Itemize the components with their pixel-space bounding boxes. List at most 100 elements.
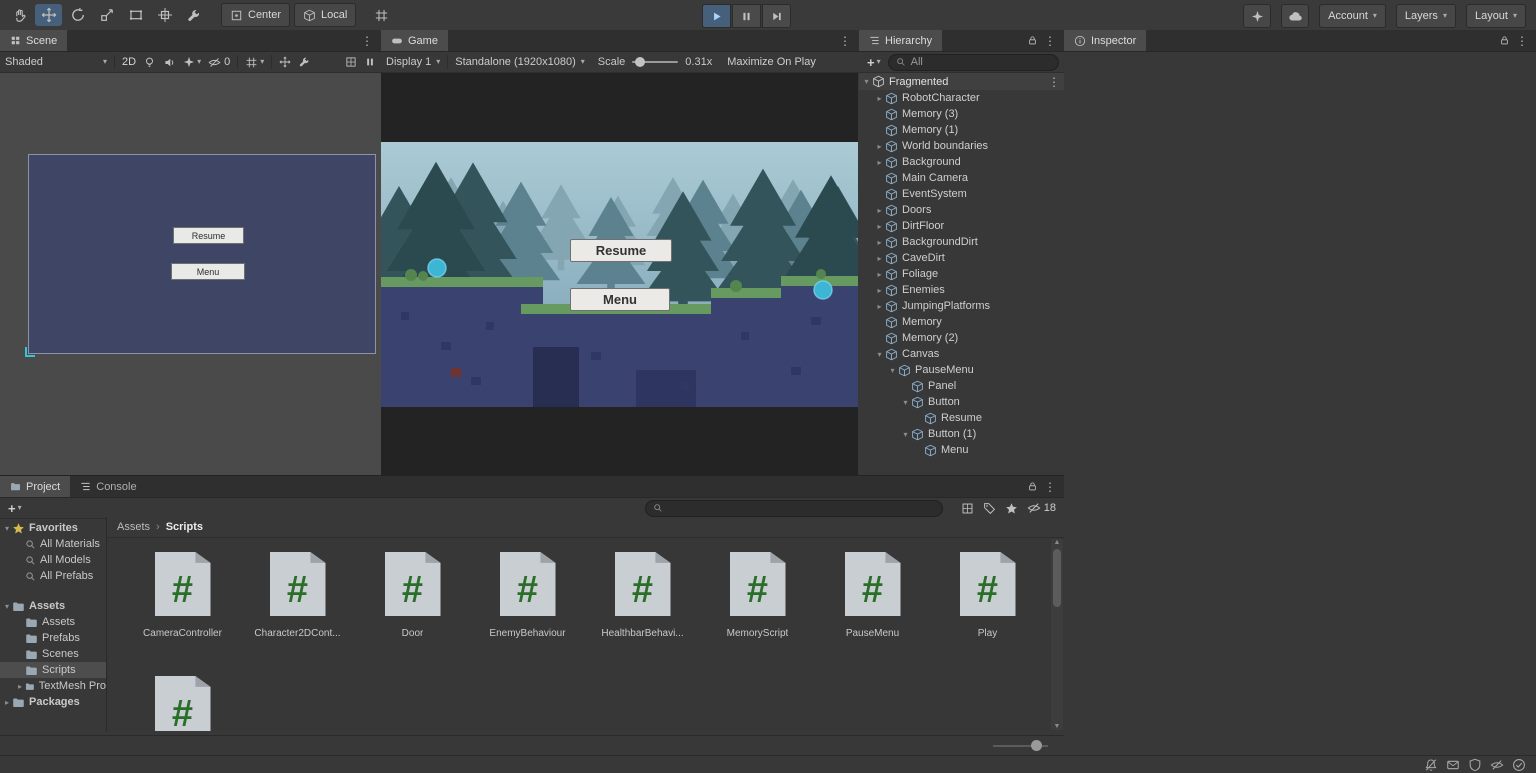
hierarchy-item[interactable]: Memory — [859, 314, 1064, 330]
hierarchy-item[interactable]: ▸ World boundaries — [859, 138, 1064, 154]
game-viewport[interactable]: Resume Menu — [381, 73, 858, 476]
cloud-collab-button[interactable] — [1281, 4, 1309, 28]
expand-arrow[interactable]: ▸ — [874, 302, 885, 311]
lock-icon[interactable] — [1027, 481, 1038, 492]
layout-dropdown[interactable]: Layout ▾ — [1466, 4, 1526, 28]
folder-item[interactable]: Scenes — [0, 646, 106, 662]
breadcrumb-root[interactable]: Assets — [117, 521, 150, 533]
folder-item[interactable]: Scripts — [0, 662, 106, 678]
background-tasks-button[interactable] — [1243, 4, 1271, 28]
scene-overlay-toggle-icon[interactable] — [364, 56, 376, 68]
kebab-menu-icon[interactable]: ⋮ — [835, 34, 855, 48]
status-check-icon[interactable] — [1512, 758, 1526, 772]
scroll-up-arrow[interactable]: ▲ — [1051, 539, 1063, 546]
hierarchy-item[interactable]: ▾ Button (1) — [859, 426, 1064, 442]
project-search-input[interactable] — [645, 500, 943, 517]
expand-arrow[interactable]: ▾ — [900, 430, 911, 439]
scene-viewport[interactable]: Resume Menu — [0, 73, 381, 476]
hierarchy-item[interactable]: ▾ PauseMenu — [859, 362, 1064, 378]
asset-script-item[interactable]: # HealthbarBehavi... — [585, 552, 700, 676]
hierarchy-item[interactable]: ▾ Canvas — [859, 346, 1064, 362]
hierarchy-item[interactable]: ▸ CaveDirt — [859, 250, 1064, 266]
create-asset-button[interactable]: + ▾ — [5, 501, 25, 516]
messages-icon[interactable] — [1446, 758, 1460, 772]
hierarchy-item[interactable]: ▸ RobotCharacter — [859, 90, 1064, 106]
scale-tool-button[interactable] — [93, 4, 120, 26]
folder-item[interactable]: Prefabs — [0, 630, 106, 646]
hierarchy-item[interactable]: ▸ Background — [859, 154, 1064, 170]
packages-root[interactable]: ▸ Packages — [0, 694, 106, 710]
asset-zoom-slider[interactable] — [993, 745, 1048, 747]
hidden-packages-toggle[interactable]: 18 — [1027, 501, 1056, 515]
rotate-tool-button[interactable] — [64, 4, 91, 26]
lock-icon[interactable] — [1499, 35, 1510, 46]
asset-script-item[interactable]: # Door — [355, 552, 470, 676]
pivot-toggle-button[interactable]: Center — [221, 3, 290, 27]
scrollbar-thumb[interactable] — [1053, 549, 1061, 607]
hierarchy-item[interactable]: ▸ Enemies — [859, 282, 1064, 298]
hierarchy-item[interactable]: Resume — [859, 410, 1064, 426]
canvas-corner-handle[interactable] — [25, 347, 35, 357]
scene-lighting-icon[interactable] — [143, 56, 156, 69]
asset-script-item[interactable]: # Play — [930, 552, 1045, 676]
breadcrumb-current[interactable]: Scripts — [166, 521, 203, 533]
expand-arrow[interactable]: ▾ — [874, 350, 885, 359]
scroll-down-arrow[interactable]: ▼ — [1051, 723, 1063, 730]
tab-game[interactable]: Game — [381, 30, 448, 51]
hierarchy-item[interactable]: ▸ DirtFloor — [859, 218, 1064, 234]
favorite-search-icon[interactable] — [1005, 502, 1018, 515]
hierarchy-item[interactable]: Menu — [859, 442, 1064, 458]
favorite-search-item[interactable]: All Prefabs — [0, 568, 106, 584]
pause-button[interactable] — [732, 4, 761, 28]
hierarchy-item[interactable]: Memory (2) — [859, 330, 1064, 346]
expand-arrow[interactable]: ▸ — [874, 94, 885, 103]
grid-visibility-dropdown[interactable]: ▾ — [245, 56, 264, 69]
hierarchy-item[interactable]: ▸ BackgroundDirt — [859, 234, 1064, 250]
kebab-menu-icon[interactable]: ⋮ — [1512, 34, 1532, 48]
scale-slider-thumb[interactable] — [635, 57, 645, 67]
hierarchy-item[interactable]: ▾ Button — [859, 394, 1064, 410]
tab-scene[interactable]: Scene — [0, 30, 67, 51]
space-toggle-button[interactable]: Local — [294, 3, 356, 27]
move-tool-button[interactable] — [35, 4, 62, 26]
scale-slider[interactable] — [632, 61, 678, 63]
step-button[interactable] — [762, 4, 791, 28]
hierarchy-item[interactable]: ▸ Foliage — [859, 266, 1064, 282]
grid-snapping-button[interactable] — [368, 4, 395, 26]
kebab-menu-icon[interactable]: ⋮ — [1040, 480, 1060, 494]
hierarchy-item[interactable]: Main Camera — [859, 170, 1064, 186]
play-button[interactable] — [702, 4, 731, 28]
resolution-dropdown[interactable]: Standalone (1920x1080) ▾ — [455, 56, 585, 68]
expand-arrow[interactable]: ▾ — [887, 366, 898, 375]
hidden-objects-toggle[interactable]: 0 — [208, 56, 230, 69]
scene-header-row[interactable]: ▾ Fragmented ⋮ — [859, 73, 1064, 90]
scene-tools-icon[interactable] — [279, 56, 291, 68]
lock-icon[interactable] — [1027, 35, 1038, 46]
expand-arrow[interactable]: ▸ — [874, 286, 885, 295]
zoom-slider-thumb[interactable] — [1031, 740, 1042, 751]
create-object-button[interactable]: + ▾ — [864, 55, 884, 70]
expand-arrow[interactable]: ▾ — [2, 524, 12, 533]
kebab-menu-icon[interactable]: ⋮ — [1044, 75, 1064, 89]
expand-arrow[interactable]: ▾ — [900, 398, 911, 407]
hierarchy-item[interactable]: EventSystem — [859, 186, 1064, 202]
assets-root[interactable]: ▾ Assets — [0, 598, 106, 614]
scene-camera-settings-icon[interactable] — [345, 56, 357, 68]
asset-script-item[interactable]: # PauseMenu — [815, 552, 930, 676]
custom-tools-button[interactable] — [180, 4, 207, 26]
tab-console[interactable]: Console — [70, 476, 146, 497]
asset-script-item[interactable]: # Character2DCont... — [240, 552, 355, 676]
search-by-type-icon[interactable] — [961, 502, 974, 515]
favorite-search-item[interactable]: All Models — [0, 552, 106, 568]
search-by-label-icon[interactable] — [983, 502, 996, 515]
kebab-menu-icon[interactable]: ⋮ — [357, 34, 377, 48]
asset-script-item[interactable]: # EnemyBehaviour — [470, 552, 585, 676]
hand-tool-button[interactable] — [6, 4, 33, 26]
layers-dropdown[interactable]: Layers ▾ — [1396, 4, 1456, 28]
effects-dropdown[interactable]: ▾ — [183, 56, 201, 68]
hierarchy-item[interactable]: Memory (3) — [859, 106, 1064, 122]
shading-mode-dropdown[interactable]: Shaded ▾ — [5, 56, 107, 68]
tab-inspector[interactable]: Inspector — [1064, 30, 1146, 51]
account-dropdown[interactable]: Account ▾ — [1319, 4, 1386, 28]
hierarchy-search-input[interactable]: All — [888, 54, 1059, 71]
